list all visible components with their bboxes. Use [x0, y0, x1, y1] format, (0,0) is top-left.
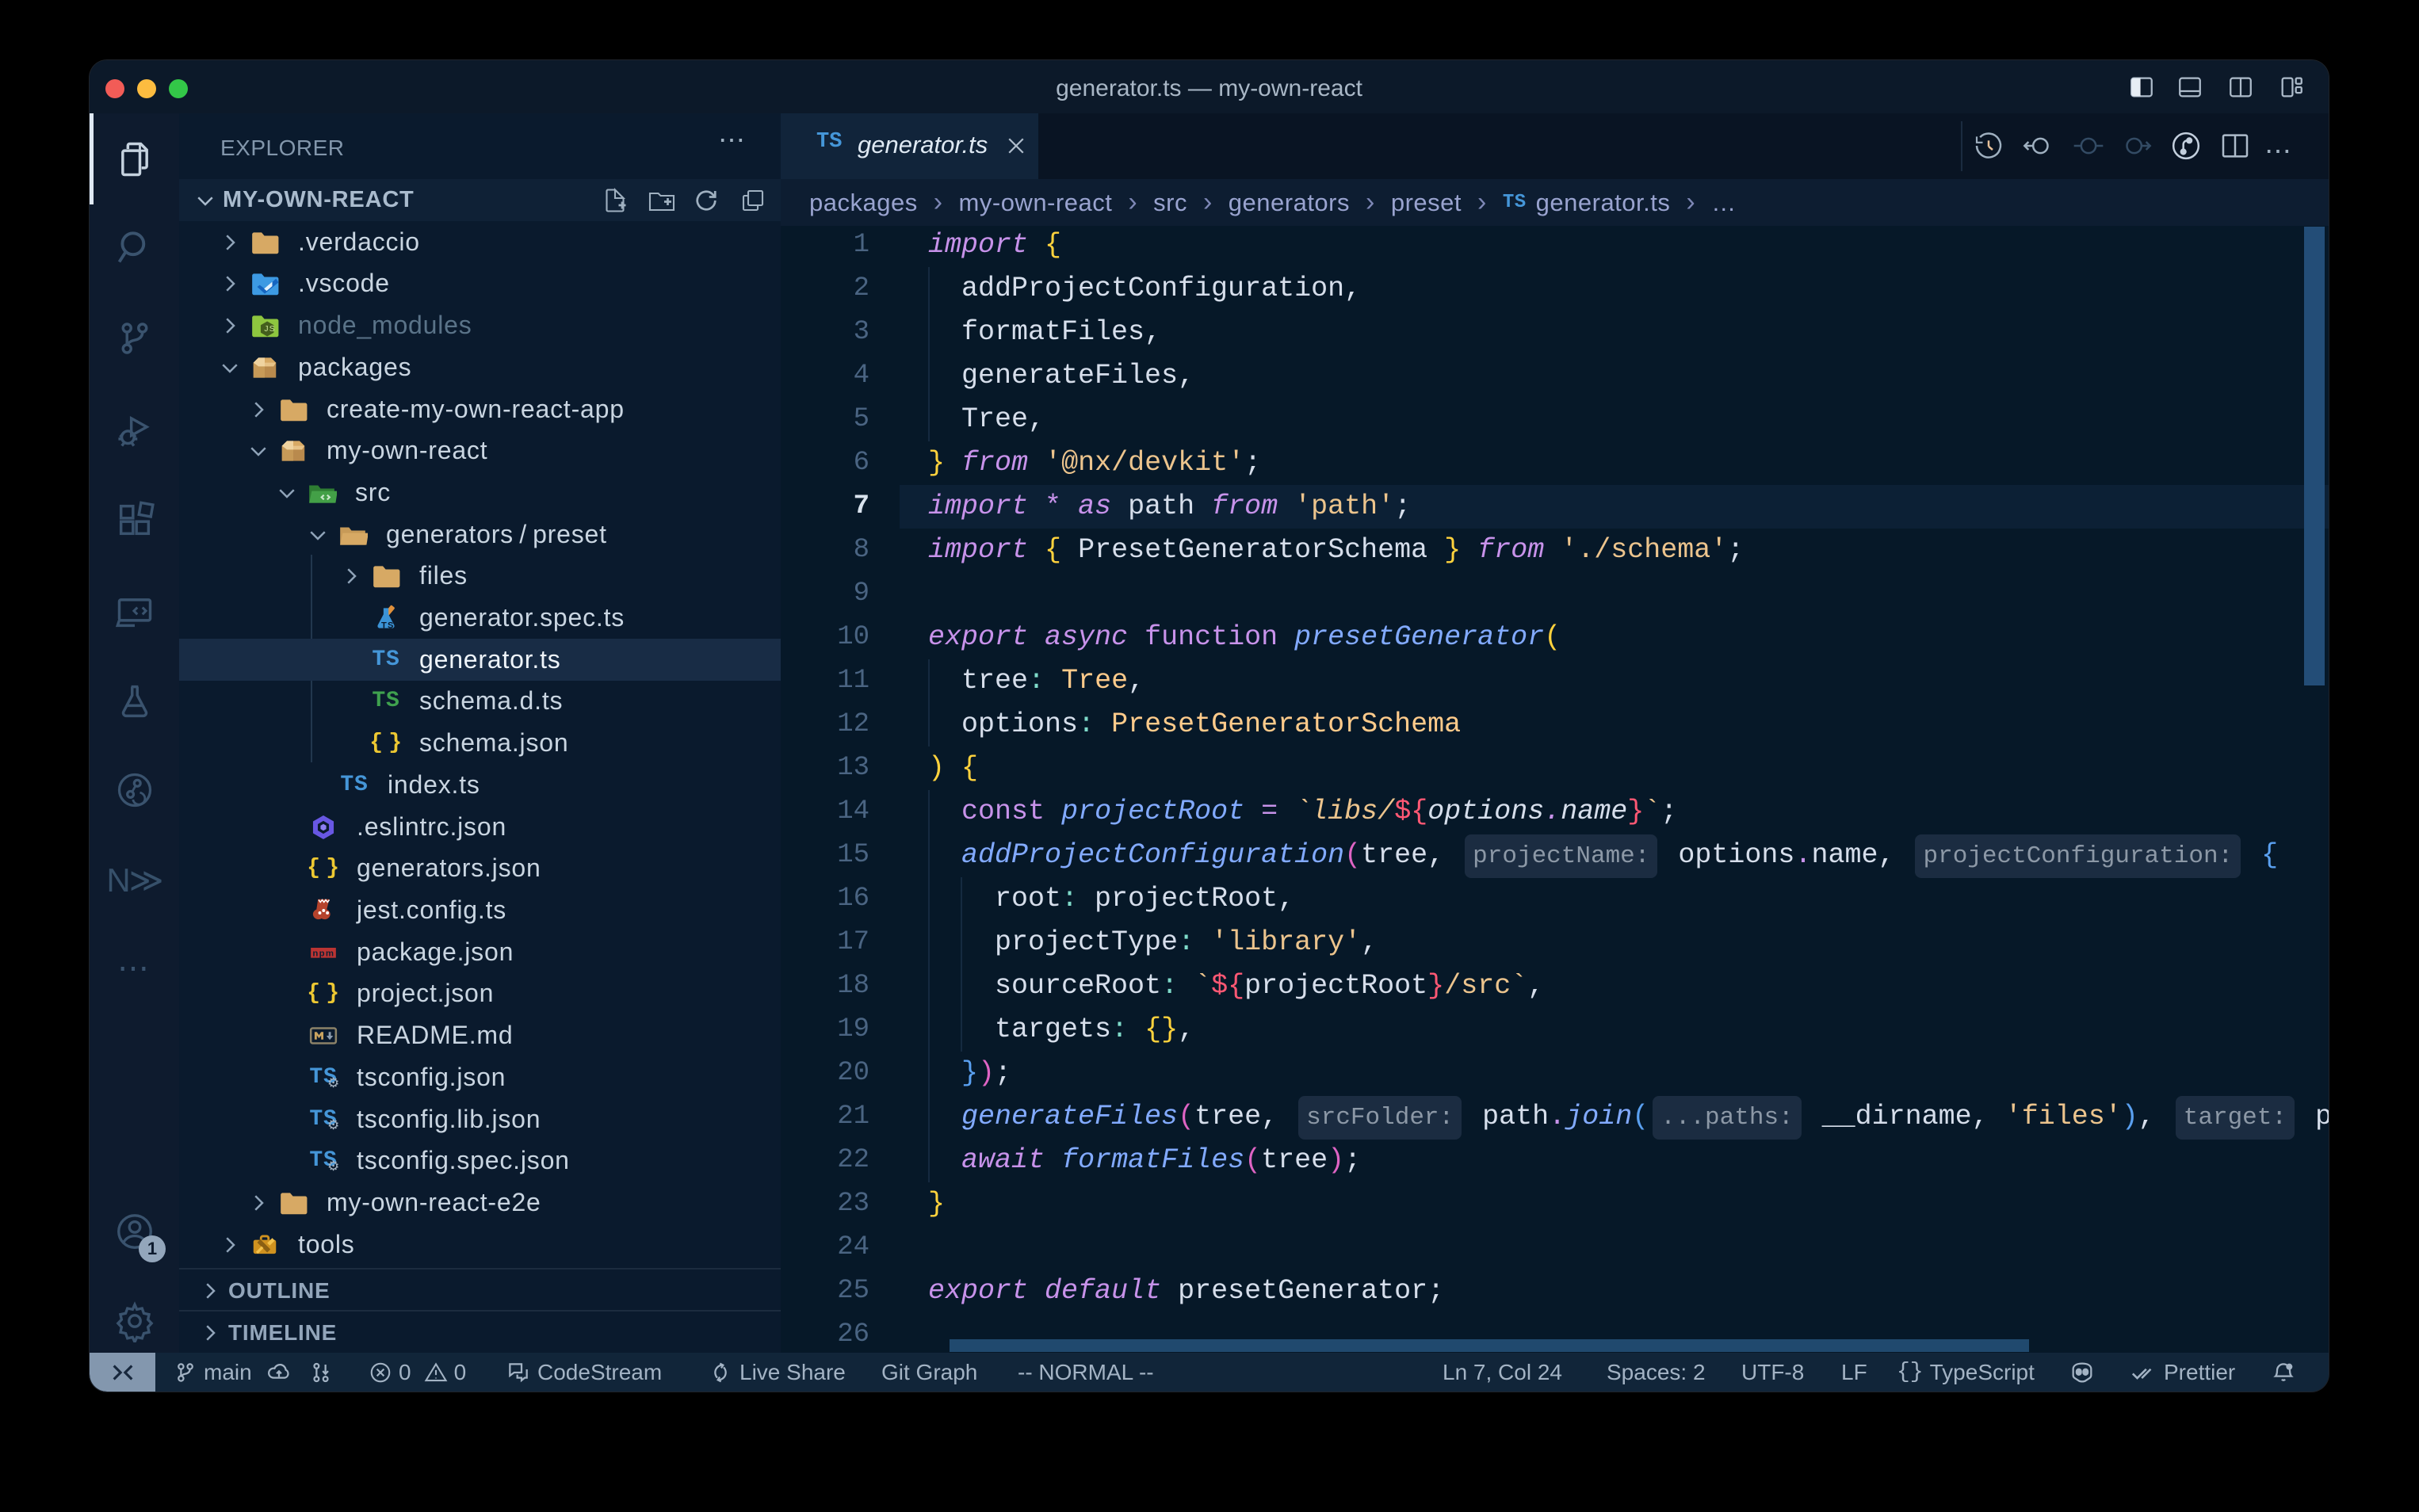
svg-text:npm: npm	[312, 949, 334, 958]
svg-text:JS: JS	[264, 325, 276, 334]
svg-text:TS: TS	[381, 620, 395, 630]
